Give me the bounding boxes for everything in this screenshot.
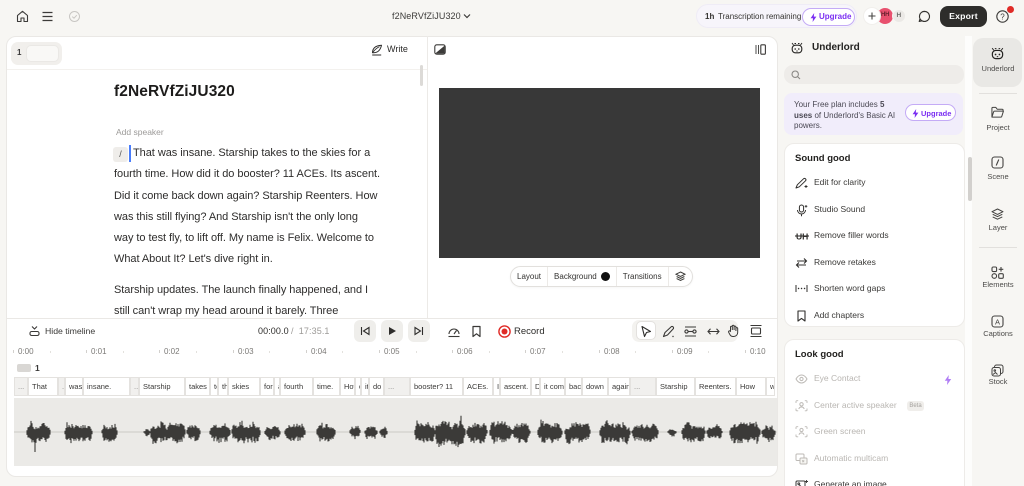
svg-text:?: ? xyxy=(1000,13,1005,22)
svg-text:A: A xyxy=(995,317,1000,326)
